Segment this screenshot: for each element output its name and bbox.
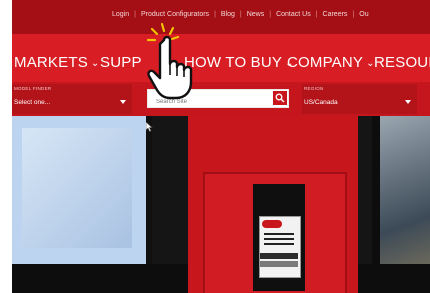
our-link[interactable]: Ou (359, 11, 368, 18)
blog-link[interactable]: Blog (221, 11, 235, 18)
nav-resources[interactable]: RESOUR (374, 54, 430, 71)
main-navigation: MARKETS ⌄ SUPP HOW TO BUY ⌄ COMPANY ⌄ RESOU… (12, 34, 430, 86)
search-button[interactable] (273, 91, 287, 105)
product-label (259, 216, 301, 278)
region-value: US/Canada (304, 99, 338, 106)
nav-label: RESOUR (374, 54, 430, 71)
region-label: REGION (304, 86, 324, 91)
caret-down-icon (120, 100, 126, 104)
selector-row: MODEL FINDER Select one... REGION US/Can… (12, 82, 430, 116)
left-glass-panel (12, 116, 152, 264)
utility-bar: Login | Product Configurators | Blog | News | Co… (12, 0, 430, 34)
arrow-cursor-icon (146, 122, 153, 132)
nav-company[interactable]: COMPANY ⌄ (287, 54, 375, 71)
nav-how-to-buy[interactable]: HOW TO BUY ⌄ (184, 54, 294, 71)
right-window (372, 116, 430, 264)
separator: | (352, 11, 355, 18)
model-finder-select[interactable]: MODEL FINDER Select one... (12, 84, 132, 114)
contact-us-link[interactable]: Contact Us (276, 11, 311, 18)
nav-label: SUPP (100, 54, 142, 71)
hand-pointer-icon (146, 22, 193, 100)
region-select[interactable]: REGION US/Canada (302, 84, 417, 114)
login-link[interactable]: Login (112, 11, 129, 18)
machine-panel (203, 172, 347, 293)
separator: | (315, 11, 318, 18)
separator: | (269, 11, 272, 18)
frame-bar (12, 264, 207, 293)
model-finder-label: MODEL FINDER (14, 86, 52, 91)
frame-bar (358, 264, 430, 293)
chevron-down-icon: ⌄ (90, 58, 100, 69)
separator: | (239, 11, 242, 18)
nav-label: MARKETS (14, 54, 88, 71)
red-machine (188, 116, 358, 293)
nav-support[interactable]: SUPP (100, 54, 142, 71)
separator: | (214, 11, 216, 18)
search-icon (275, 93, 285, 103)
brand-logo (262, 220, 282, 228)
nav-label: COMPANY (287, 54, 364, 71)
separator: | (134, 11, 136, 18)
nav-markets[interactable]: MARKETS ⌄ (14, 54, 100, 71)
careers-link[interactable]: Careers (323, 11, 348, 18)
website-frame: Login | Product Configurators | Blog | News | Co… (12, 0, 430, 293)
utility-links: Login | Product Configurators | Blog | News | Co… (112, 11, 369, 18)
product-configurators-link[interactable]: Product Configurators (141, 11, 209, 18)
machine-slot (253, 184, 305, 291)
hero-image (12, 116, 430, 293)
news-link[interactable]: News (247, 11, 265, 18)
model-finder-value: Select one... (14, 99, 51, 106)
caret-down-icon (405, 100, 411, 104)
